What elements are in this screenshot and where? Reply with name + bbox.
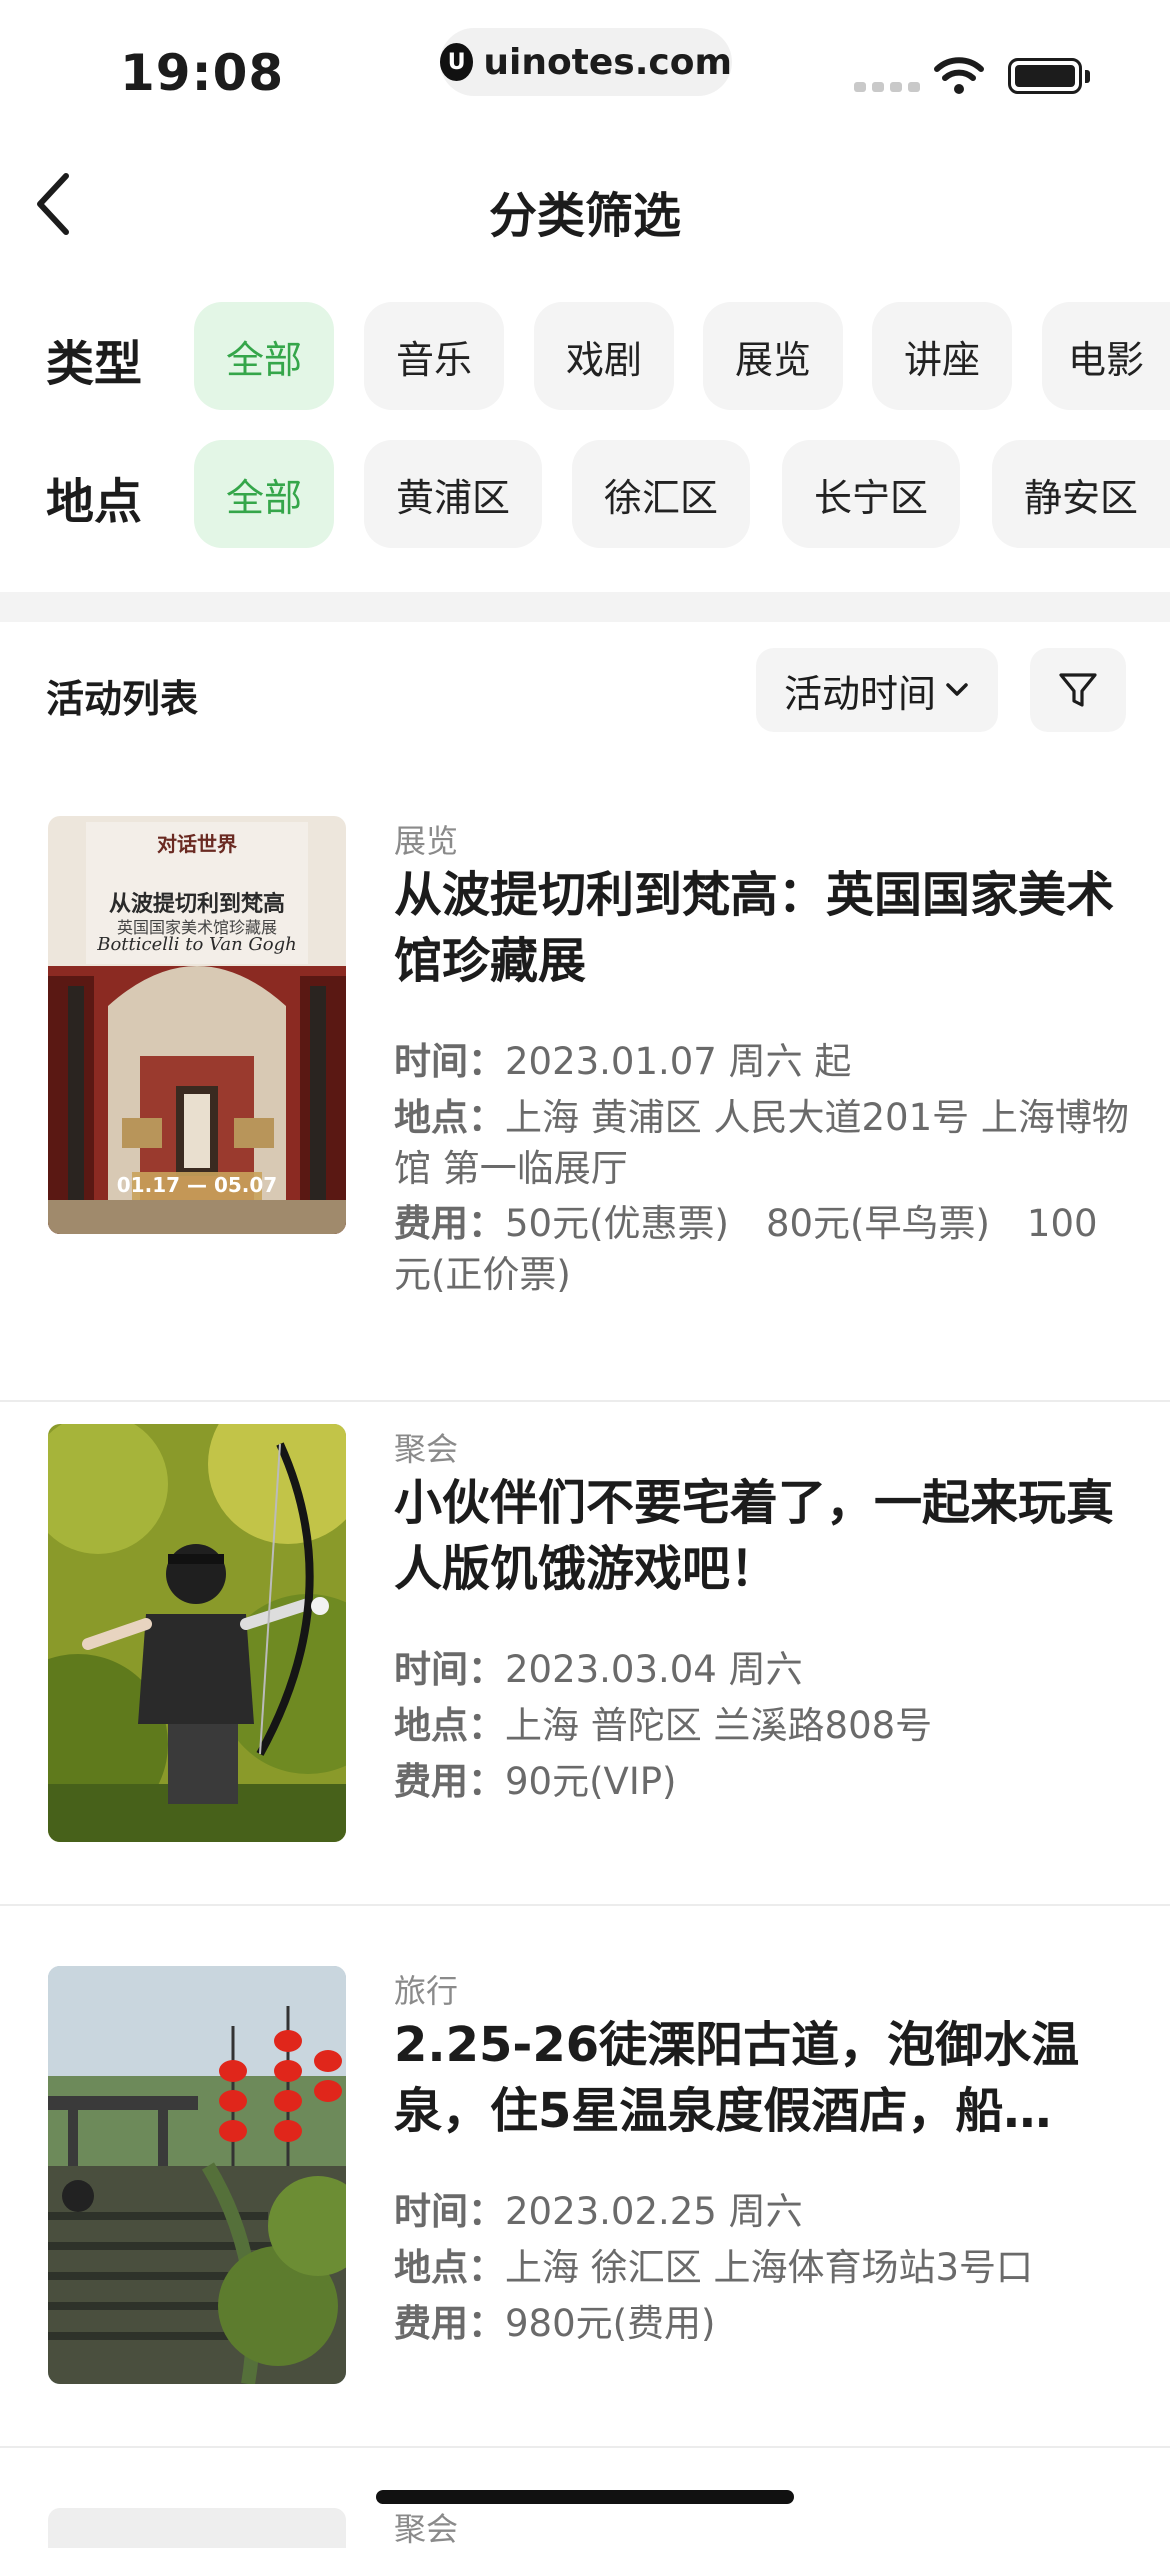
event-category: 展览 — [394, 822, 459, 860]
cellular-signal-icon — [854, 82, 920, 92]
place-label: 地点： — [394, 1704, 505, 1747]
place-label: 地点： — [394, 2246, 505, 2289]
url-pill[interactable]: U uinotes.com — [440, 28, 732, 96]
event-place: 地点：上海 黄浦区 人民大道201号 上海博物馆 第一临展厅 — [394, 1092, 1134, 1194]
next-event-category: 聚会 — [394, 2510, 459, 2548]
event-card[interactable]: 聚会 小伙伴们不要宅着了，一起来玩真人版饥饿游戏吧！ 时间：2023.03.04… — [0, 1424, 1170, 1906]
event-category: 聚会 — [394, 1430, 459, 1468]
event-fee: 费用：50元(优惠票) 80元(早鸟票) 100元(正价票) — [394, 1198, 1134, 1300]
card-divider — [0, 2446, 1170, 2448]
time-label: 时间： — [394, 1040, 505, 1083]
location-filter-row: 地点 全部 黄浦区 徐汇区 长宁区 静安区 — [0, 440, 1170, 548]
type-chip-drama[interactable]: 戏剧 — [534, 302, 674, 410]
location-chip-all[interactable]: 全部 — [194, 440, 334, 548]
location-chip-jingan[interactable]: 静安区 — [992, 440, 1170, 548]
time-value: 2023.03.04 周六 — [505, 1648, 803, 1691]
type-chip-music[interactable]: 音乐 — [364, 302, 504, 410]
poster-title-en: Botticelli to Van Gogh — [97, 934, 297, 955]
time-value: 2023.01.07 周六 起 — [505, 1040, 852, 1083]
battery-icon — [1008, 58, 1082, 94]
event-card[interactable]: 对话世界 从波提切利到梵高 英国国家美术馆珍藏展 Botticelli to V… — [0, 816, 1170, 1402]
type-filter-label: 类型 — [46, 336, 143, 392]
status-time: 19:08 — [120, 44, 285, 102]
event-place: 地点：上海 徐汇区 上海体育场站3号口 — [394, 2242, 1134, 2293]
event-fee: 费用：90元(VIP) — [394, 1756, 1134, 1807]
type-chip-movie[interactable]: 电影 — [1042, 302, 1170, 410]
event-poster-image: 对话世界 从波提切利到梵高 英国国家美术馆珍藏展 Botticelli to V… — [48, 816, 346, 1234]
event-photo-image — [48, 1966, 346, 2384]
poster-top-text: 对话世界 — [157, 832, 237, 856]
list-title: 活动列表 — [46, 677, 199, 721]
time-value: 2023.02.25 周六 — [505, 2190, 803, 2233]
sort-label: 活动时间 — [783, 671, 936, 716]
place-value: 上海 徐汇区 上海体育场站3号口 — [505, 2246, 1034, 2289]
time-label: 时间： — [394, 1648, 505, 1691]
filter-button[interactable] — [1030, 648, 1126, 732]
place-value: 上海 黄浦区 人民大道201号 上海博物馆 第一临展厅 — [394, 1096, 1129, 1190]
uinotes-logo-icon: U — [440, 43, 474, 81]
event-title: 从波提切利到梵高：英国国家美术馆珍藏展 — [394, 867, 1115, 989]
event-time: 时间：2023.02.25 周六 — [394, 2186, 1134, 2237]
event-photo-image — [48, 1424, 346, 1842]
next-event-thumbnail[interactable] — [48, 2508, 346, 2548]
card-divider — [0, 1904, 1170, 1906]
location-chip-changning[interactable]: 长宁区 — [782, 440, 960, 548]
time-label: 时间： — [394, 2190, 505, 2233]
location-filter-label: 地点 — [46, 474, 143, 530]
wifi-icon — [934, 57, 984, 94]
location-chip-xuhui[interactable]: 徐汇区 — [572, 440, 750, 548]
fee-label: 费用： — [394, 1760, 505, 1803]
type-chip-exhibition[interactable]: 展览 — [703, 302, 843, 410]
status-bar: 19:08 U uinotes.com — [0, 0, 1170, 140]
event-time: 时间：2023.01.07 周六 起 — [394, 1036, 1134, 1087]
fee-label: 费用： — [394, 2302, 505, 2345]
type-filter-row: 类型 全部 音乐 戏剧 展览 讲座 电影 — [0, 302, 1170, 410]
navigation-bar: 分类筛选 — [0, 150, 1170, 260]
event-card[interactable]: 旅行 2.25-26徒溧阳古道，泡御水温泉，住5星温泉度假酒店，船… 时间：20… — [0, 1966, 1170, 2448]
poster-dates: 01.17 — 05.07 — [116, 1173, 278, 1197]
event-title: 2.25-26徒溧阳古道，泡御水温泉，住5星温泉度假酒店，船… — [394, 2017, 1080, 2139]
event-title: 小伙伴们不要宅着了，一起来玩真人版饥饿游戏吧！ — [394, 1475, 1115, 1597]
event-time: 时间：2023.03.04 周六 — [394, 1644, 1134, 1695]
home-indicator[interactable] — [376, 2490, 794, 2504]
event-place: 地点：上海 普陀区 兰溪路808号 — [394, 1700, 1134, 1751]
page-title: 分类筛选 — [488, 188, 681, 244]
fee-value: 90元(VIP) — [505, 1760, 677, 1803]
place-label: 地点： — [394, 1096, 505, 1139]
location-chip-huangpu[interactable]: 黄浦区 — [364, 440, 542, 548]
type-chip-all[interactable]: 全部 — [194, 302, 334, 410]
list-header: 活动列表 活动时间 — [0, 648, 1170, 734]
card-divider — [0, 1400, 1170, 1402]
section-divider — [0, 592, 1170, 622]
place-value: 上海 普陀区 兰溪路808号 — [505, 1704, 933, 1747]
type-chip-lecture[interactable]: 讲座 — [872, 302, 1012, 410]
fee-value: 980元(费用) — [505, 2302, 716, 2345]
chevron-down-icon — [946, 683, 968, 696]
event-fee: 费用：980元(费用) — [394, 2298, 1134, 2349]
fee-label: 费用： — [394, 1202, 505, 1245]
event-category: 旅行 — [394, 1972, 459, 2010]
funnel-filter-icon — [1059, 673, 1097, 707]
url-text: uinotes.com — [483, 41, 732, 83]
battery-cap — [1085, 70, 1090, 83]
sort-dropdown[interactable]: 活动时间 — [756, 648, 998, 732]
